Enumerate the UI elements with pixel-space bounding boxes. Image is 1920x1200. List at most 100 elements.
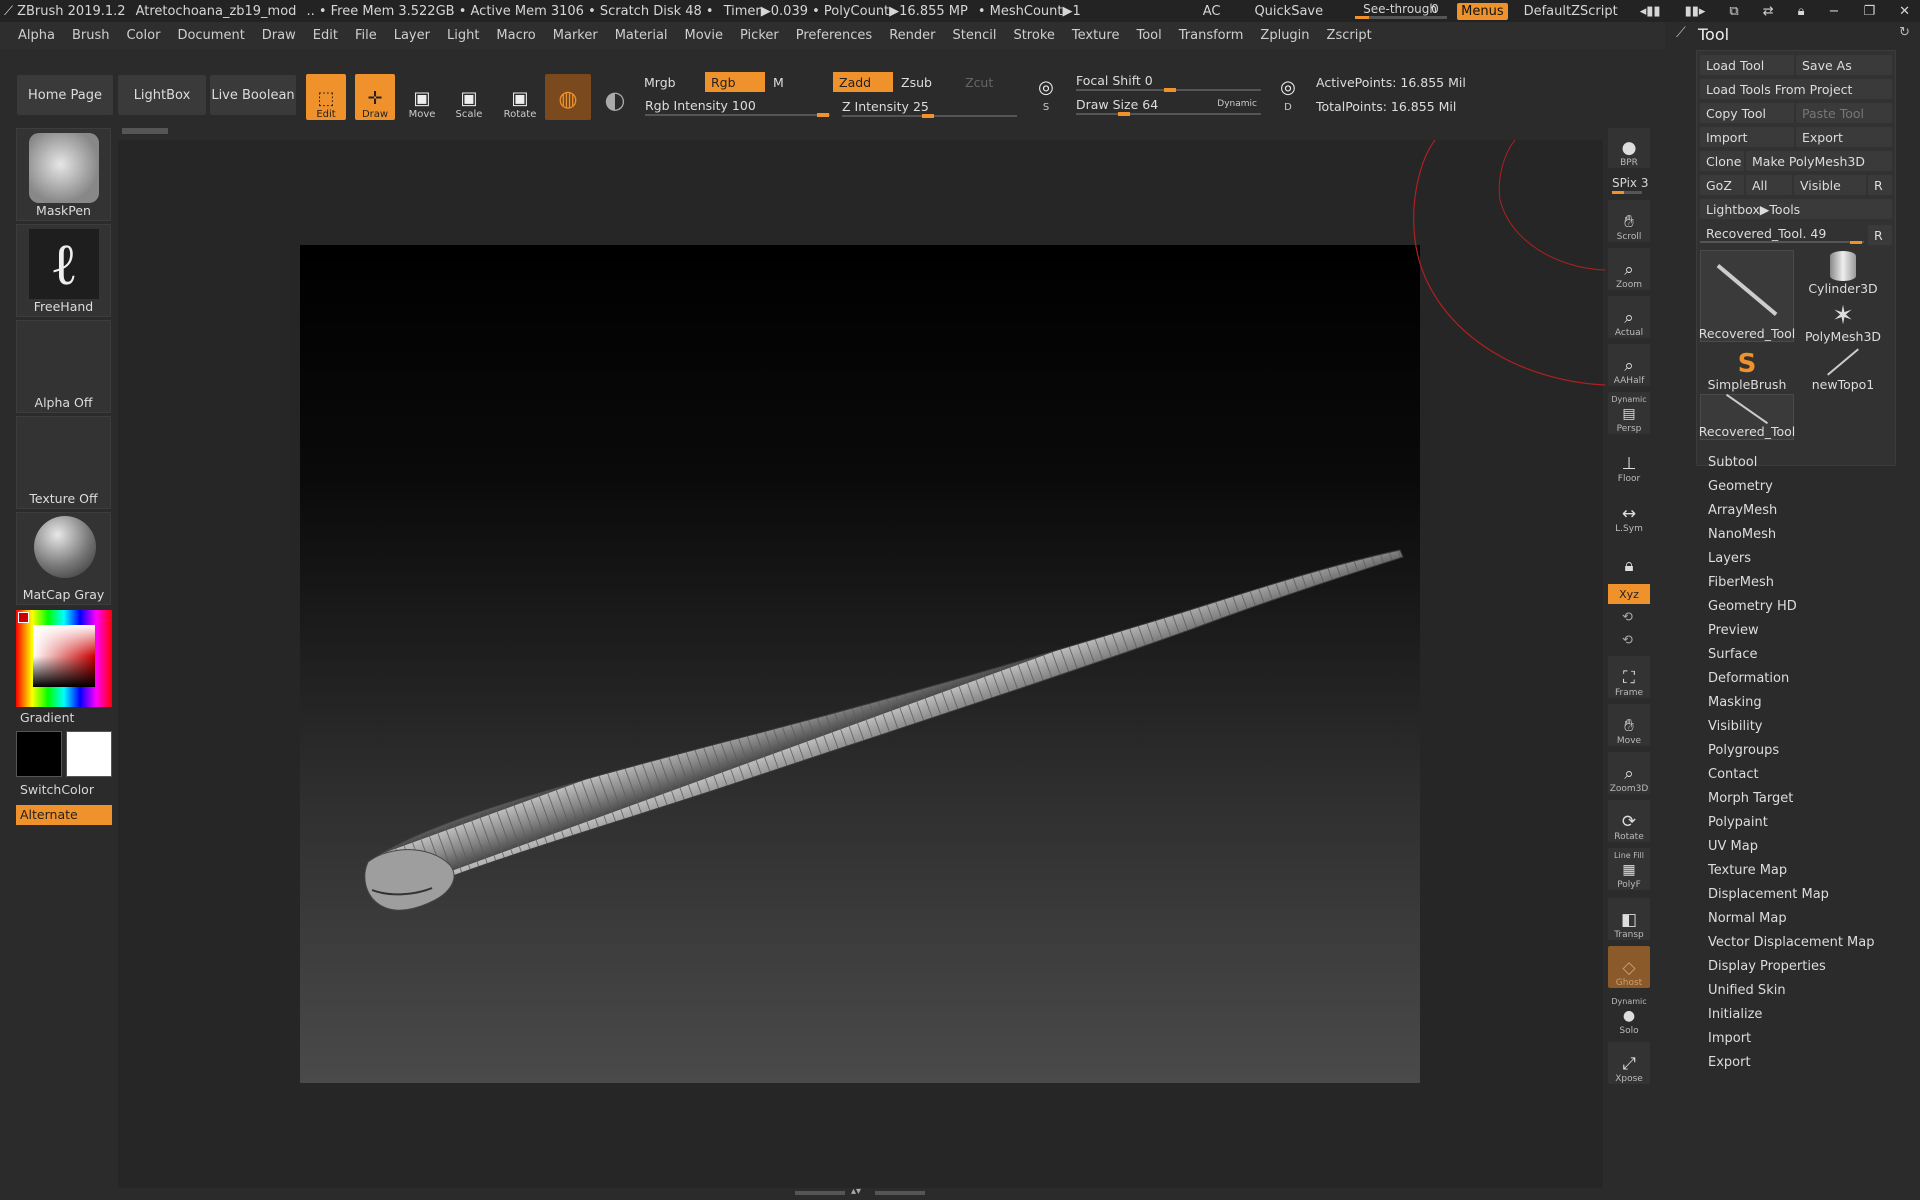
tool-thumb-cylinder3d[interactable]: Cylinder3D: [1796, 250, 1890, 296]
tool-thumb-recovered-tool-2[interactable]: Recovered_Tool: [1699, 393, 1795, 440]
save-as-button[interactable]: Save As: [1796, 55, 1892, 75]
floor-button[interactable]: ⊥ Floor: [1608, 442, 1650, 484]
menu-zscript[interactable]: Zscript: [1327, 28, 1372, 43]
bottom-shelf-handle[interactable]: ▴▾: [795, 1186, 925, 1197]
layout-arrows-right-icon[interactable]: ▮▮▸: [1685, 4, 1706, 19]
refresh-icon[interactable]: ↻: [1899, 25, 1910, 40]
menu-document[interactable]: Document: [177, 28, 244, 43]
gradient-label[interactable]: Gradient: [20, 710, 74, 725]
dynamic-toggle[interactable]: Dynamic: [1217, 99, 1257, 109]
default-zscript-button[interactable]: DefaultZScript: [1524, 4, 1618, 19]
subpalette-unified-skin[interactable]: Unified Skin: [1708, 983, 1786, 998]
goz-button[interactable]: GoZ: [1700, 175, 1744, 195]
home-page-button[interactable]: Home Page: [17, 75, 113, 115]
alternate-button[interactable]: Alternate: [16, 805, 112, 825]
load-tools-from-project-button[interactable]: Load Tools From Project: [1700, 79, 1892, 99]
menu-alpha[interactable]: Alpha: [18, 28, 55, 43]
frame-button[interactable]: ⛶ Frame: [1608, 656, 1650, 698]
tool-thumb-recovered-tool[interactable]: Recovered_Tool: [1699, 250, 1795, 342]
goz-r-button[interactable]: R: [1868, 175, 1892, 195]
subpalette-layers[interactable]: Layers: [1708, 551, 1751, 566]
draw-size-slider[interactable]: Draw Size 64 Dynamic: [1076, 97, 1261, 116]
rotate-mode-button[interactable]: ▣ Rotate: [500, 74, 540, 121]
lightbox-tools-button[interactable]: Lightbox▶Tools: [1700, 199, 1892, 219]
zadd-button[interactable]: Zadd: [833, 72, 893, 92]
subpalette-uv-map[interactable]: UV Map: [1708, 839, 1758, 854]
lazy-mouse-d-button[interactable]: ◎ D: [1270, 67, 1306, 114]
menu-draw[interactable]: Draw: [262, 28, 296, 43]
material-slot[interactable]: MatCap Gray: [16, 512, 111, 605]
subpalette-geometry[interactable]: Geometry: [1708, 479, 1773, 494]
layout-arrows-icon[interactable]: ◂▮▮: [1640, 4, 1661, 19]
m-button[interactable]: M: [767, 72, 827, 92]
menu-light[interactable]: Light: [447, 28, 479, 43]
document-canvas[interactable]: [300, 245, 1420, 1083]
menu-edit[interactable]: Edit: [313, 28, 338, 43]
tool-palette-pin-icon[interactable]: ⟋: [1676, 25, 1686, 41]
make-polymesh3d-button[interactable]: Make PolyMesh3D: [1746, 151, 1892, 171]
subpalette-initialize[interactable]: Initialize: [1708, 1007, 1762, 1022]
rotate-view-button[interactable]: ⟳ Rotate: [1608, 800, 1650, 842]
tool-palette-title[interactable]: Tool: [1698, 25, 1729, 44]
move-view-button[interactable]: ✋︎ Move: [1608, 704, 1650, 746]
subpalette-export[interactable]: Export: [1708, 1055, 1751, 1070]
minimize-icon[interactable]: −: [1829, 4, 1840, 19]
brush-slot[interactable]: MaskPen: [16, 128, 111, 221]
tool-thumb-newtopo1[interactable]: newTopo1: [1796, 346, 1890, 392]
menu-material[interactable]: Material: [615, 28, 668, 43]
menu-zplugin[interactable]: Zplugin: [1260, 28, 1309, 43]
solo-button[interactable]: Dynamic ● Solo: [1608, 994, 1650, 1036]
subpalette-import[interactable]: Import: [1708, 1031, 1751, 1046]
menu-macro[interactable]: Macro: [496, 28, 535, 43]
ac-button[interactable]: AC: [1203, 4, 1221, 19]
menu-stroke[interactable]: Stroke: [1013, 28, 1054, 43]
subpalette-arraymesh[interactable]: ArrayMesh: [1708, 503, 1777, 518]
copy-tool-button[interactable]: Copy Tool: [1700, 103, 1794, 123]
menu-render[interactable]: Render: [889, 28, 935, 43]
subpalette-deformation[interactable]: Deformation: [1708, 671, 1789, 686]
tool-thumb-polymesh3d[interactable]: ✶ PolyMesh3D: [1796, 298, 1890, 344]
subpalette-fibermesh[interactable]: FiberMesh: [1708, 575, 1774, 590]
stroke-slot[interactable]: ℓ FreeHand: [16, 224, 111, 317]
lock-icon[interactable]: 🔒︎: [1798, 4, 1805, 19]
menu-layer[interactable]: Layer: [394, 28, 430, 43]
subpalette-vector-displacement-map[interactable]: Vector Displacement Map: [1708, 935, 1875, 950]
export-tool-button[interactable]: Export: [1796, 127, 1892, 147]
goz-visible-button[interactable]: Visible: [1794, 175, 1866, 195]
subpalette-geometry-hd[interactable]: Geometry HD: [1708, 599, 1797, 614]
menu-brush[interactable]: Brush: [72, 28, 110, 43]
subpalette-morph-target[interactable]: Morph Target: [1708, 791, 1793, 806]
rgb-button[interactable]: Rgb: [705, 72, 765, 92]
scroll-button[interactable]: ✋︎ Scroll: [1608, 200, 1650, 242]
menu-color[interactable]: Color: [126, 28, 160, 43]
subpalette-display-properties[interactable]: Display Properties: [1708, 959, 1826, 974]
stroke-sphere-button[interactable]: ◐: [595, 74, 635, 120]
subpalette-polygroups[interactable]: Polygroups: [1708, 743, 1779, 758]
mrgb-button[interactable]: Mrgb: [638, 72, 700, 92]
ghost-button[interactable]: ◇ Ghost: [1608, 946, 1650, 988]
zoom3d-button[interactable]: ⌕ Zoom3D: [1608, 752, 1650, 794]
subpalette-subtool[interactable]: Subtool: [1708, 455, 1757, 470]
local-lock-button[interactable]: 🔒︎: [1608, 540, 1650, 576]
goz-all-button[interactable]: All: [1746, 175, 1792, 195]
edit-mode-button[interactable]: ⬚ Edit: [306, 74, 346, 120]
subpalette-preview[interactable]: Preview: [1708, 623, 1759, 638]
bpr-render-button[interactable]: ● BPR: [1608, 128, 1650, 168]
scale-mode-button[interactable]: ▣ Scale: [449, 74, 489, 121]
xpose-button[interactable]: ⤢ Xpose: [1608, 1042, 1650, 1084]
subpalette-texture-map[interactable]: Texture Map: [1708, 863, 1787, 878]
persp-button[interactable]: Dynamic ▤ Persp: [1608, 392, 1650, 434]
texture-slot[interactable]: Texture Off: [16, 416, 111, 509]
actual-button[interactable]: ⌕ Actual: [1608, 296, 1650, 338]
z-intensity-slider[interactable]: Z Intensity 25: [842, 99, 1017, 118]
focal-shift-slider[interactable]: Focal Shift 0: [1076, 73, 1261, 92]
restore-icon[interactable]: ❐: [1863, 4, 1875, 19]
switch-color-button[interactable]: SwitchColor: [20, 782, 94, 797]
rgb-intensity-slider[interactable]: Rgb Intensity 100: [645, 98, 830, 117]
subpalette-displacement-map[interactable]: Displacement Map: [1708, 887, 1829, 902]
live-boolean-button[interactable]: Live Boolean: [210, 75, 296, 115]
lsym-button[interactable]: ↔ L.Sym: [1608, 492, 1650, 534]
menu-transform[interactable]: Transform: [1179, 28, 1244, 43]
tool-r-button[interactable]: R: [1868, 225, 1892, 245]
tool-thumb-simplebrush[interactable]: S SimpleBrush: [1700, 346, 1794, 392]
